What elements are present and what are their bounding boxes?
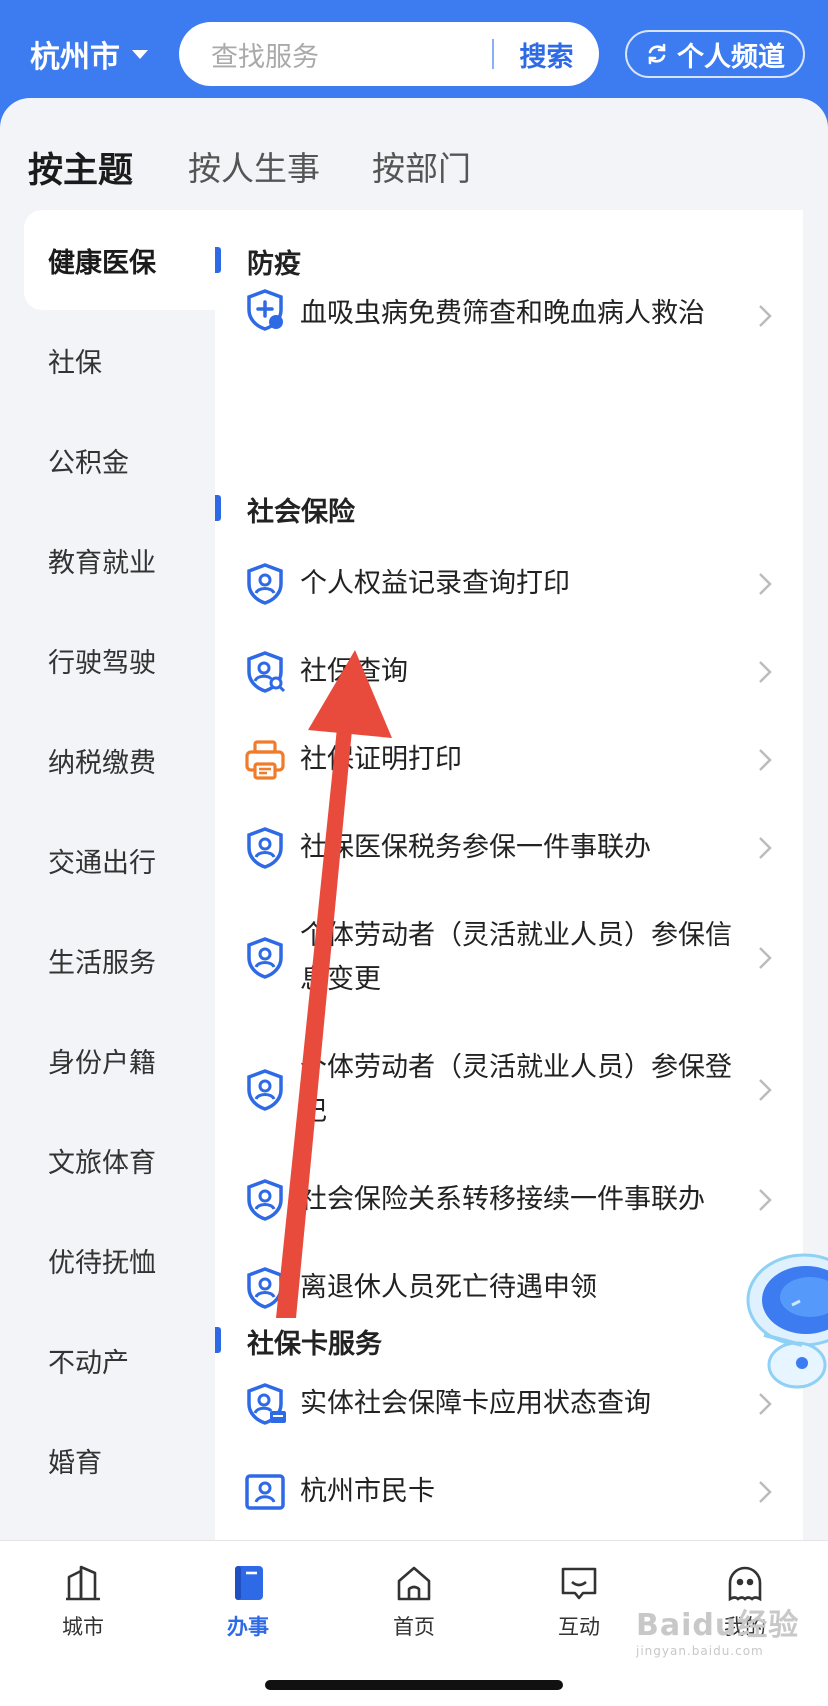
nav-city-label: 城市: [62, 1615, 104, 1639]
section-marker: [215, 1327, 221, 1353]
list-item[interactable]: 社保医保税务参保一件事联办: [215, 804, 803, 892]
sidebar-item-identity[interactable]: 身份户籍: [0, 1010, 215, 1110]
home-icon: [397, 1566, 431, 1601]
list-item-label: 个体劳动者（灵活就业人员）参保登记: [300, 1052, 732, 1127]
shield-search-icon: [247, 651, 286, 693]
shield-user-icon: [247, 1267, 283, 1309]
shield-user-icon: [247, 563, 283, 605]
nav-interaction[interactable]: 互动: [509, 1563, 649, 1641]
city-selector[interactable]: 杭州市: [30, 30, 148, 78]
list-item[interactable]: 个人权益记录查询打印: [215, 540, 803, 628]
sidebar-item-health-insurance[interactable]: 健康医保: [24, 210, 215, 310]
list-item[interactable]: 实体社会保障卡应用状态查询: [215, 1360, 803, 1448]
nav-services[interactable]: 办事: [178, 1563, 318, 1641]
id-card-icon: [245, 1474, 285, 1510]
profile-icon: [728, 1566, 762, 1602]
shield-user-icon: [247, 937, 283, 979]
shield-user-icon: [247, 1179, 283, 1221]
list-item[interactable]: 杭州市民卡: [215, 1448, 803, 1536]
sidebar-item-social-security[interactable]: 社保: [0, 310, 215, 410]
list-item-label: 血吸虫病免费筛查和晚血病人救治: [300, 298, 705, 329]
list-item[interactable]: 社保证明打印: [215, 716, 803, 804]
shield-plus-icon: [247, 289, 283, 331]
city-icon: [66, 1565, 100, 1601]
list-item-label: 杭州市民卡: [300, 1476, 435, 1507]
list-item[interactable]: 社保查询: [215, 628, 803, 716]
personal-channel-button[interactable]: 个人频道: [625, 30, 805, 78]
list-item[interactable]: 社会保险关系转移接续一件事联办: [215, 1156, 803, 1244]
chevron-down-icon: [132, 49, 148, 59]
sidebar-item-marriage[interactable]: 婚育: [0, 1410, 215, 1510]
list-item-label: 社保证明打印: [300, 744, 462, 775]
sidebar-item-tax[interactable]: 纳税缴费: [0, 710, 215, 810]
category-sidebar: 健康医保 社保 公积金 教育就业 行驶驾驶 纳税缴费 交通出行 生活服务 身份户…: [0, 210, 215, 1510]
refresh-icon: [648, 43, 666, 65]
list-item-label: 社保查询: [300, 656, 408, 687]
sidebar-item-transport[interactable]: 交通出行: [0, 810, 215, 910]
sidebar-item-driving[interactable]: 行驶驾驶: [0, 610, 215, 710]
search-divider: [492, 39, 494, 69]
search-input[interactable]: 查找服务: [211, 35, 492, 74]
list-item-label: 社保医保税务参保一件事联办: [300, 832, 651, 863]
list-item[interactable]: 血吸虫病免费筛查和晚血病人救治: [215, 276, 803, 356]
list-item-label: 社会保险关系转移接续一件事联办: [300, 1184, 705, 1215]
personal-channel-label: 个人频道: [677, 41, 785, 73]
section-marker: [215, 495, 221, 521]
sidebar-item-housing-fund[interactable]: 公积金: [0, 410, 215, 510]
tab-by-topic[interactable]: 按主题: [28, 142, 133, 193]
search-button[interactable]: 搜索: [494, 35, 599, 74]
printer-icon: [245, 740, 285, 780]
list-item[interactable]: 个体劳动者（灵活就业人员）参保信息变更: [215, 892, 803, 1024]
book-icon: [235, 1566, 263, 1600]
sidebar-item-benefits[interactable]: 优待抚恤: [0, 1210, 215, 1310]
tab-by-life-event[interactable]: 按人生事: [188, 142, 320, 190]
tab-bar: 按主题 按人生事 按部门: [0, 128, 828, 221]
search-bar[interactable]: 查找服务 搜索: [179, 22, 599, 86]
list-item-label: 离退休人员死亡待遇申领: [300, 1272, 597, 1303]
baidu-watermark: Baidu经验 jingyan.baidu.com: [636, 1600, 799, 1658]
assistant-robot-icon[interactable]: [742, 1245, 828, 1395]
chevron-right-icon: [759, 661, 772, 683]
list-item-label: 个人权益记录查询打印: [300, 568, 570, 599]
list-item-label: 实体社会保障卡应用状态查询: [300, 1388, 651, 1419]
list-item[interactable]: 离退休人员死亡待遇申领: [215, 1244, 803, 1332]
nav-interaction-label: 互动: [558, 1615, 600, 1639]
shield-user-icon: [247, 1069, 283, 1111]
section-title: 社会保险: [247, 497, 355, 528]
nav-city[interactable]: 城市: [13, 1563, 153, 1641]
sidebar-item-education[interactable]: 教育就业: [0, 510, 215, 610]
chevron-right-icon: [759, 1079, 772, 1101]
chevron-right-icon: [759, 947, 772, 969]
nav-services-label: 办事: [227, 1615, 269, 1639]
list-item-label: 个体劳动者（灵活就业人员）参保信息变更: [300, 920, 732, 995]
chevron-right-icon: [759, 1189, 772, 1211]
watermark-sub: jingyan.baidu.com: [636, 1644, 764, 1658]
chat-icon: [561, 1567, 597, 1600]
watermark-main: Baidu经验: [636, 1608, 800, 1643]
chevron-right-icon: [759, 305, 772, 327]
section-marker: [215, 247, 221, 273]
chevron-right-icon: [759, 573, 772, 595]
list-item[interactable]: 个体劳动者（灵活就业人员）参保登记: [215, 1024, 803, 1156]
top-header: 杭州市 查找服务 搜索 个人频道: [0, 0, 828, 110]
sidebar-item-life-services[interactable]: 生活服务: [0, 910, 215, 1010]
shield-card-icon: [247, 1383, 286, 1425]
nav-home[interactable]: 首页: [344, 1563, 484, 1641]
main-panel: 按主题 按人生事 按部门 健康医保 社保 公积金 教育就业 行驶驾驶 纳税缴费 …: [0, 98, 828, 1540]
sidebar-item-real-estate[interactable]: 不动产: [0, 1310, 215, 1410]
chevron-right-icon: [759, 749, 772, 771]
shield-user-icon: [247, 827, 283, 869]
home-indicator[interactable]: [265, 1680, 563, 1690]
service-list: 防疫 血吸虫病免费筛查和晚血病人救治 社会保险 个人权益记录查询打印 社保查询 …: [215, 210, 803, 1540]
section-title: 社保卡服务: [247, 1329, 382, 1360]
city-label: 杭州市: [30, 40, 120, 75]
sidebar-item-culture-sports[interactable]: 文旅体育: [0, 1110, 215, 1210]
chevron-right-icon: [759, 837, 772, 859]
chevron-right-icon: [759, 1481, 772, 1503]
tab-by-department[interactable]: 按部门: [372, 142, 471, 190]
nav-home-label: 首页: [393, 1615, 435, 1639]
